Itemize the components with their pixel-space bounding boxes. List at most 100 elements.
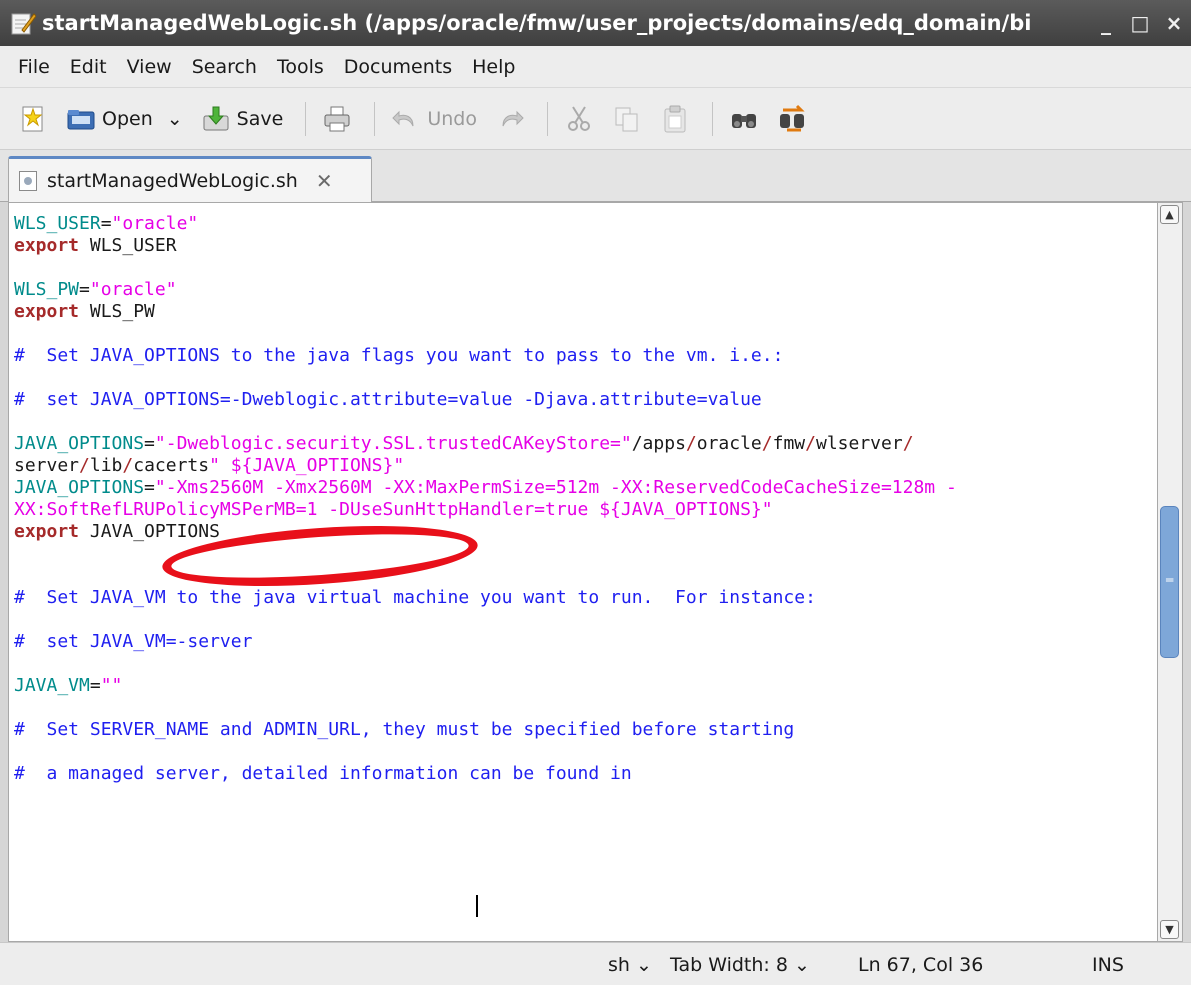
tab-width-selector[interactable]: Tab Width: 8 ⌄ [670, 954, 810, 976]
code-line: export WLS_PW [14, 301, 957, 323]
code-token: = [100, 213, 112, 234]
code-token: "-Xms2560M -Xmx2560M -XX:MaxPermSize=512… [154, 477, 957, 498]
code-token: "oracle" [111, 213, 199, 234]
menu-search[interactable]: Search [182, 56, 267, 78]
maximize-button[interactable]: □ [1123, 11, 1157, 35]
status-bar: sh ⌄ Tab Width: 8 ⌄ Ln 67, Col 36 INS [0, 942, 1191, 985]
code-token: # a managed server, detailed information… [14, 763, 632, 784]
find-button[interactable] [723, 97, 765, 141]
new-document-icon [18, 104, 48, 134]
code-text[interactable]: WLS_USER="oracle" export WLS_USER WLS_PW=… [14, 213, 957, 785]
paste-button[interactable] [654, 97, 696, 141]
close-window-button[interactable]: × [1157, 11, 1191, 35]
code-token: export [14, 301, 80, 322]
code-token: # Set JAVA_OPTIONS to the java flags you… [14, 345, 784, 366]
code-token: export [14, 521, 80, 542]
open-label: Open [102, 107, 153, 130]
code-token: = [89, 675, 101, 696]
binoculars-icon [729, 104, 759, 134]
chevron-down-icon[interactable]: ⌄ [167, 108, 183, 130]
find-replace-button[interactable] [771, 97, 813, 141]
scrollbar-thumb[interactable]: ═ [1160, 506, 1179, 658]
menu-bar: File Edit View Search Tools Documents He… [0, 46, 1191, 88]
tab-startmanagedweblogic[interactable]: startManagedWebLogic.sh ✕ [8, 156, 372, 203]
clipboard-icon [660, 104, 690, 134]
menu-tools[interactable]: Tools [267, 56, 334, 78]
print-button[interactable] [316, 97, 358, 141]
menu-view[interactable]: View [117, 56, 182, 78]
save-label: Save [236, 107, 284, 130]
toolbar-separator [711, 101, 713, 136]
code-token: lib [89, 455, 123, 476]
code-line: export JAVA_OPTIONS [14, 521, 957, 543]
code-line: # set JAVA_OPTIONS=-Dweblogic.attribute=… [14, 389, 957, 411]
open-button[interactable]: Open ⌄ [60, 97, 189, 141]
copy-button[interactable] [606, 97, 648, 141]
cut-button[interactable] [558, 97, 600, 141]
code-token: server [14, 455, 80, 476]
code-token: export [14, 235, 80, 256]
code-line: # Set JAVA_OPTIONS to the java flags you… [14, 345, 957, 367]
code-token: " ${JAVA_OPTIONS}" [209, 455, 405, 476]
toolbar-separator [546, 101, 548, 136]
code-token: WLS_USER [79, 235, 177, 256]
toolbar-separator [374, 101, 376, 136]
grip-icon: ═ [1166, 573, 1174, 587]
code-token: XX:SoftRefLRUPolicyMSPerMB=1 -DUseSunHtt… [14, 499, 773, 520]
code-token: / [122, 455, 134, 476]
save-button[interactable]: Save [195, 97, 290, 141]
code-token: fmw [772, 433, 806, 454]
insert-mode-indicator: INS [1092, 954, 1124, 976]
toolbar-separator [305, 101, 307, 136]
code-token: # set JAVA_VM=-server [14, 631, 253, 652]
menu-edit[interactable]: Edit [60, 56, 117, 78]
folder-icon [66, 104, 96, 134]
code-token: = [144, 477, 155, 498]
code-token: oracle [696, 433, 762, 454]
tab-strip: startManagedWebLogic.sh ✕ [0, 150, 1191, 203]
find-replace-icon [777, 104, 807, 134]
code-line: JAVA_OPTIONS="-Xms2560M -Xmx2560M -XX:Ma… [14, 477, 957, 499]
code-token: # Set SERVER_NAME and ADMIN_URL, they mu… [14, 719, 795, 740]
close-tab-icon[interactable]: ✕ [316, 169, 333, 193]
menu-documents[interactable]: Documents [334, 56, 462, 78]
code-line: JAVA_VM="" [14, 675, 957, 697]
scroll-up-icon[interactable]: ▲ [1160, 205, 1179, 224]
menu-file[interactable]: File [8, 56, 60, 78]
code-token: "-Dweblogic.security.SSL.trustedCAKeySto… [154, 433, 632, 454]
code-token: / [902, 433, 914, 454]
toolbar: Open ⌄ Save Undo [0, 88, 1191, 150]
minimize-button[interactable]: _ [1089, 11, 1123, 35]
menu-help[interactable]: Help [462, 56, 525, 78]
undo-button[interactable]: Undo [385, 97, 483, 141]
redo-icon [495, 104, 525, 134]
code-token: JAVA_OPTIONS [14, 477, 145, 498]
scissors-icon [564, 104, 594, 134]
scroll-down-icon[interactable]: ▼ [1160, 920, 1179, 939]
tab-label: startManagedWebLogic.sh [47, 170, 298, 192]
code-line: WLS_PW="oracle" [14, 279, 957, 301]
vertical-scrollbar[interactable]: ▲ ═ ▼ [1158, 202, 1183, 942]
code-token: = [144, 433, 155, 454]
text-editor-app-icon [10, 10, 37, 36]
redo-button[interactable] [489, 97, 531, 141]
code-line: JAVA_OPTIONS="-Dweblogic.security.SSL.tr… [14, 433, 957, 455]
code-token: "oracle" [89, 279, 177, 300]
text-editor[interactable]: WLS_USER="oracle" export WLS_USER WLS_PW=… [8, 202, 1158, 942]
save-icon [201, 104, 231, 134]
code-token: cacerts [133, 455, 210, 476]
undo-icon [391, 104, 421, 134]
code-token: JAVA_OPTIONS [14, 433, 145, 454]
new-document-button[interactable] [12, 97, 54, 141]
code-line: # Set JAVA_VM to the java virtual machin… [14, 587, 957, 609]
language-selector[interactable]: sh ⌄ [608, 954, 652, 976]
code-line: server/lib/cacerts" ${JAVA_OPTIONS}" [14, 455, 957, 477]
